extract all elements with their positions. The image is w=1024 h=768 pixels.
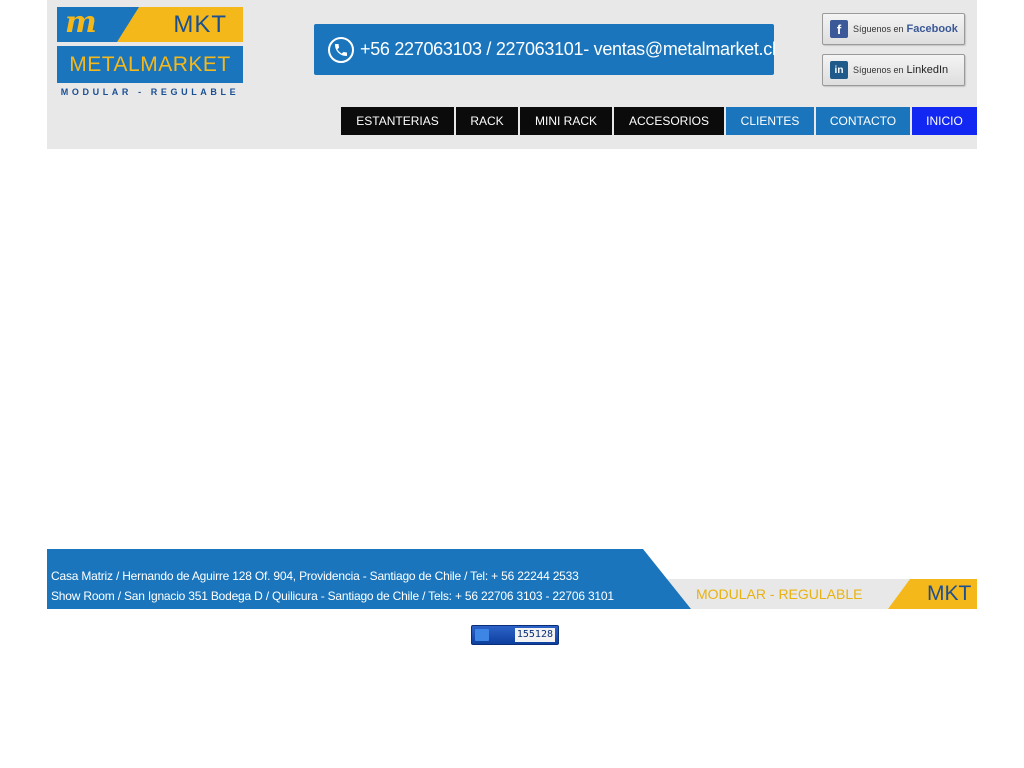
footer-tagline: MODULAR - REGULABLE: [696, 586, 863, 602]
page: m MKT METALMARKET MODULAR - REGULABLE +5…: [0, 0, 1024, 768]
footer-address-main: Casa Matriz / Hernando de Aguirre 128 Of…: [51, 569, 579, 583]
nav-item-mini-rack[interactable]: MINI RACK: [520, 107, 612, 135]
nav-item-clientes[interactable]: CLIENTES: [726, 107, 814, 135]
nav-item-inicio[interactable]: INICIO: [912, 107, 977, 135]
metalmarket-logo[interactable]: m MKT METALMARKET MODULAR - REGULABLE: [57, 5, 243, 99]
counter-value: 155128: [514, 628, 555, 642]
facebook-small-label: Síguenos en: [853, 24, 904, 34]
linkedin-icon: in: [830, 61, 848, 79]
logo-name: METALMARKET: [69, 53, 231, 76]
footer-band: Casa Matriz / Hernando de Aguirre 128 Of…: [47, 549, 977, 609]
logo-tagline: MODULAR - REGULABLE: [60, 87, 240, 97]
counter-icon: [475, 629, 489, 641]
linkedin-small-label: Síguenos en: [853, 65, 904, 75]
logo-short-name: MKT: [173, 11, 227, 38]
contact-text: +56 227063103 / 227063101- ventas@metalm…: [360, 39, 776, 59]
nav-item-estanterias[interactable]: ESTANTERIAS: [341, 107, 454, 135]
linkedin-button[interactable]: in Síguenos en LinkedIn: [822, 54, 965, 86]
linkedin-label: LinkedIn: [906, 64, 949, 76]
footer-mark: MKT: [927, 582, 972, 605]
contact-banner: +56 227063103 / 227063101- ventas@metalm…: [314, 24, 776, 75]
main-nav: ESTANTERIAS RACK MINI RACK ACCESORIOS CL…: [341, 107, 977, 135]
facebook-label: Facebook: [906, 23, 958, 35]
header: m MKT METALMARKET MODULAR - REGULABLE +5…: [47, 0, 977, 149]
visit-counter[interactable]: 155128: [471, 625, 559, 645]
logo-mark: m: [65, 5, 97, 40]
phone-icon: [328, 36, 354, 63]
nav-item-rack[interactable]: RACK: [456, 107, 518, 135]
nav-item-contacto[interactable]: CONTACTO: [816, 107, 910, 135]
phone-icon-glyph: [335, 43, 347, 56]
nav-item-accesorios[interactable]: ACCESORIOS: [614, 107, 724, 135]
footer-address-showroom: Show Room / San Ignacio 351 Bodega D / Q…: [51, 589, 614, 603]
facebook-icon: f: [830, 20, 848, 38]
facebook-button[interactable]: f Síguenos en Facebook: [822, 13, 965, 45]
